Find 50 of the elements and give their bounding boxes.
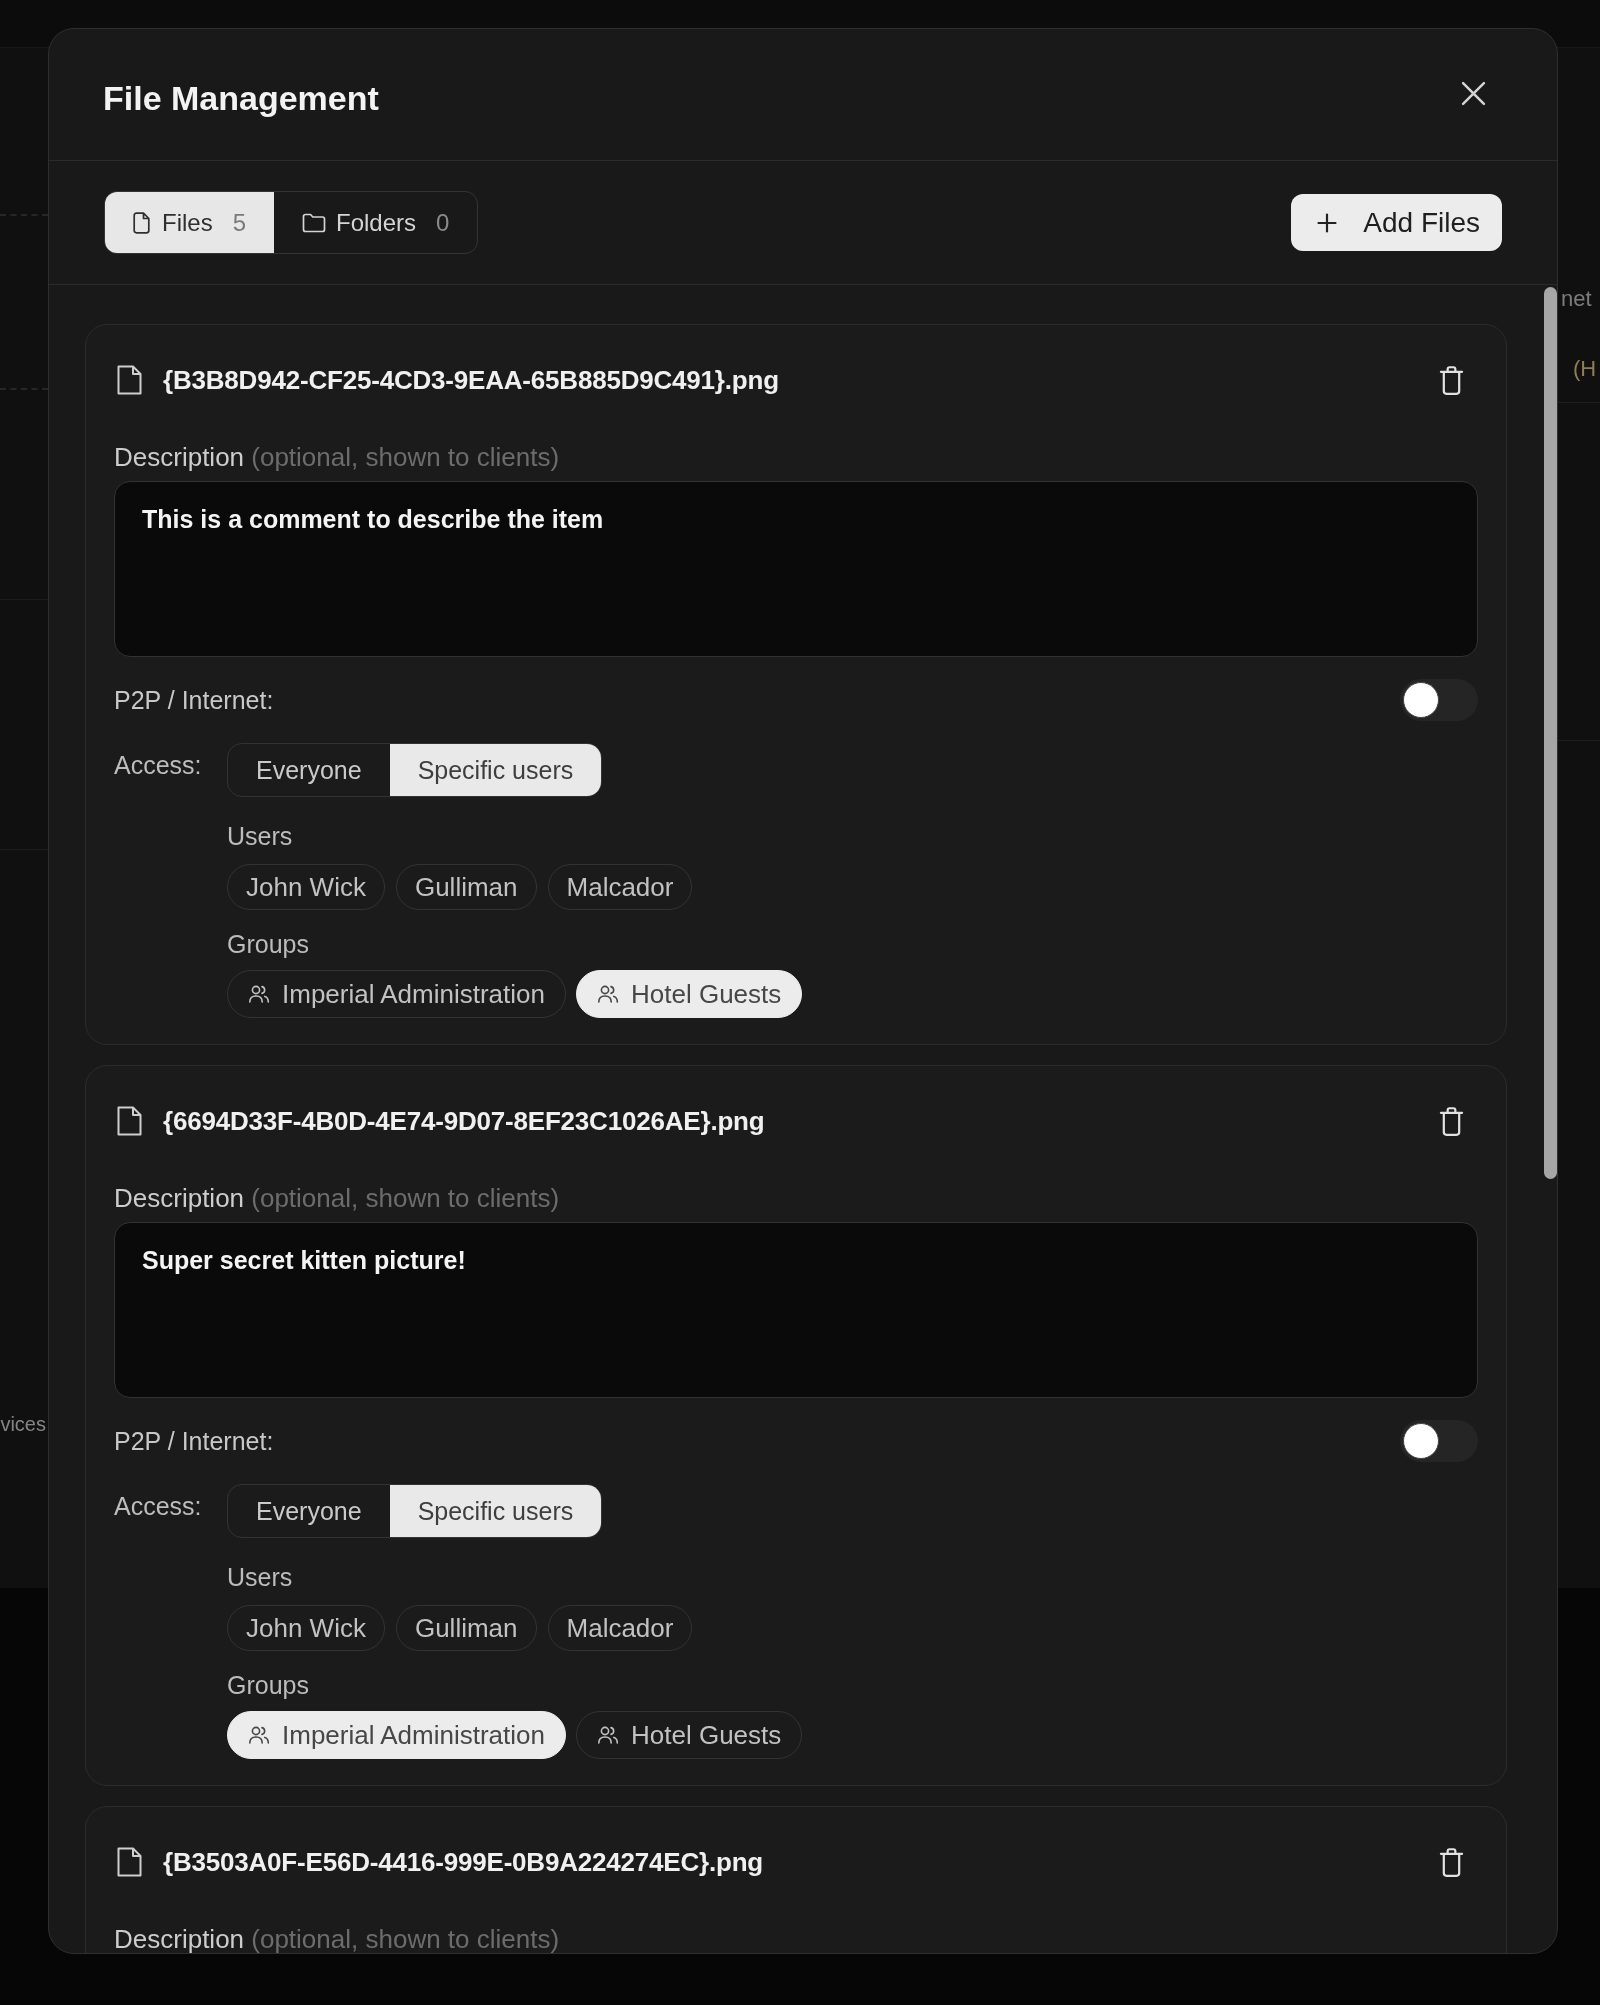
close-icon [1461, 81, 1486, 106]
p2p-label: P2P / Internet: [114, 1426, 274, 1456]
folder-icon [302, 212, 327, 233]
dialog-title: File Management [103, 77, 379, 119]
description-label: Description (optional, shown to clients) [114, 1923, 561, 1953]
delete-button[interactable] [1439, 364, 1464, 396]
trash-icon [1439, 1105, 1464, 1137]
file-icon [133, 211, 150, 234]
access-label: Access: [114, 750, 203, 781]
background-text: vices [0, 1412, 47, 1437]
tab[interactable]: Folders 0 [274, 192, 478, 253]
background-text: (H [1572, 355, 1598, 383]
delete-button[interactable] [1439, 1105, 1464, 1137]
file-name: {6694D33F-4B0D-4E74-9D07-8EF23C1026AE}.png [163, 1105, 765, 1137]
users-label: Users [227, 821, 293, 852]
file-name: {B3B8D942-CF25-4CD3-9EAA-65B885D9C491}.png [163, 364, 779, 396]
description-label: Description (optional, shown to clients) [114, 441, 561, 473]
add-files-button[interactable]: Add Files [1291, 194, 1502, 251]
p2p-label: P2P / Internet: [114, 685, 274, 715]
file-icon [117, 1106, 142, 1136]
tab[interactable]: Files 5 [105, 192, 275, 253]
access-option[interactable]: Specific users [389, 744, 602, 796]
users-label: Users [227, 1562, 293, 1593]
access-option[interactable]: Everyone [228, 744, 390, 796]
close-button[interactable] [1461, 81, 1486, 106]
people-icon [248, 984, 270, 1004]
file-icon [117, 1847, 142, 1877]
description-field[interactable]: Super secret kitten picture! [114, 1222, 1478, 1398]
delete-button[interactable] [1439, 1846, 1464, 1878]
people-icon [597, 984, 619, 1004]
description-field[interactable]: This is a comment to describe the item [114, 481, 1478, 657]
groups-label: Groups [227, 929, 309, 960]
background-text: net [1560, 285, 1593, 313]
p2p-toggle[interactable] [1400, 1420, 1478, 1462]
scrollbar[interactable] [1544, 287, 1557, 1179]
access-option[interactable]: Everyone [228, 1485, 390, 1537]
trash-icon [1439, 364, 1464, 396]
p2p-toggle[interactable] [1400, 679, 1478, 721]
file-name: {B3503A0F-E56D-4416-999E-0B9A224274EC}.png [163, 1846, 764, 1878]
groups-label: Groups [227, 1670, 309, 1701]
trash-icon [1439, 1846, 1464, 1878]
description-label: Description (optional, shown to clients) [114, 1182, 561, 1214]
people-icon [597, 1725, 619, 1745]
access-label: Access: [114, 1491, 203, 1522]
group-chip[interactable]: Hotel Guests [576, 970, 803, 1018]
access-option[interactable]: Specific users [389, 1485, 602, 1537]
file-icon [117, 365, 142, 395]
plus-icon [1317, 212, 1338, 233]
people-icon [248, 1725, 270, 1745]
group-chip[interactable]: Imperial Administration [227, 1711, 566, 1759]
